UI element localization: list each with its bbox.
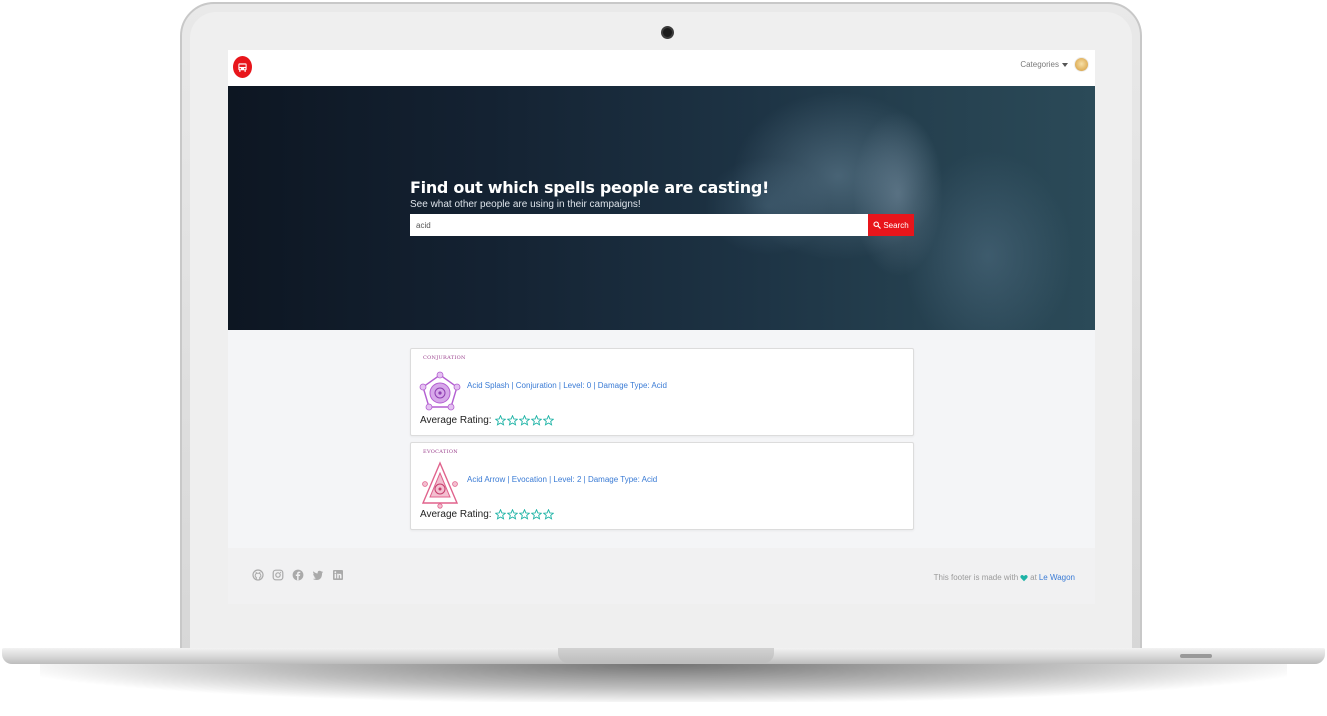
instagram-icon[interactable] [272,569,284,581]
avatar[interactable] [1074,57,1089,72]
star-icon[interactable] [506,509,518,520]
caret-down-icon [1062,62,1068,67]
footer-credits: This footer is made with at Le Wagon [934,573,1075,582]
footer: This footer is made with at Le Wagon [228,548,1095,604]
spell-link[interactable]: Acid Arrow | Evocation | Level: 2 | Dama… [467,475,657,484]
school-label: CONJURATION [423,355,466,361]
categories-label: Categories [1020,60,1059,69]
le-wagon-link[interactable]: Le Wagon [1039,573,1075,582]
spell-link[interactable]: Acid Splash | Conjuration | Level: 0 | D… [467,381,667,390]
star-icon[interactable] [494,509,506,520]
footer-text-prefix: This footer is made with [933,573,1019,582]
rating-label: Average Rating: [420,415,492,426]
spell-card: CONJURATION Acid Splash | Conjuration | … [410,348,914,436]
search-button-label: Search [883,220,909,230]
navbar: Categories [228,50,1095,86]
linkedin-icon[interactable] [332,569,344,581]
rating-stars [494,415,554,426]
school-label: EVOCATION [423,449,458,455]
categories-dropdown[interactable]: Categories [1020,60,1068,69]
webcam [661,26,674,39]
search-form: Search [410,214,914,236]
laptop-indicator [1180,654,1212,658]
search-input[interactable] [410,214,868,236]
star-icon[interactable] [530,509,542,520]
search-icon [873,221,882,229]
github-icon[interactable] [252,569,264,581]
logo[interactable] [233,56,252,78]
star-icon[interactable] [494,415,506,426]
rating-stars [494,509,554,520]
heart-icon [1020,574,1028,581]
page-subtitle: See what other people are using in their… [410,199,641,210]
social-links [252,569,344,581]
laptop-notch [558,648,774,663]
bus-icon [238,62,247,72]
rating-label: Average Rating: [420,509,492,520]
page-title: Find out which spells people are casting… [410,178,769,197]
star-icon[interactable] [542,509,554,520]
screen: Categories Find out which spells people … [228,50,1095,604]
conjuration-icon [419,371,461,411]
star-icon[interactable] [530,415,542,426]
evocation-icon [421,461,459,509]
footer-text-at: at [1030,573,1037,582]
facebook-icon[interactable] [292,569,304,581]
average-rating: Average Rating: [420,415,554,426]
twitter-icon[interactable] [312,569,324,581]
hero-banner: Find out which spells people are casting… [228,86,1095,330]
star-icon[interactable] [506,415,518,426]
nav-right: Categories [1020,57,1089,72]
average-rating: Average Rating: [420,509,554,520]
results-list: CONJURATION Acid Splash | Conjuration | … [410,348,914,536]
banner-content: Find out which spells people are casting… [410,178,914,236]
spell-card: EVOCATION Acid Arrow | Evocation | Level… [410,442,914,530]
laptop-shadow [40,664,1287,702]
star-icon[interactable] [518,415,530,426]
search-button[interactable]: Search [868,214,914,236]
star-icon[interactable] [542,415,554,426]
star-icon[interactable] [518,509,530,520]
